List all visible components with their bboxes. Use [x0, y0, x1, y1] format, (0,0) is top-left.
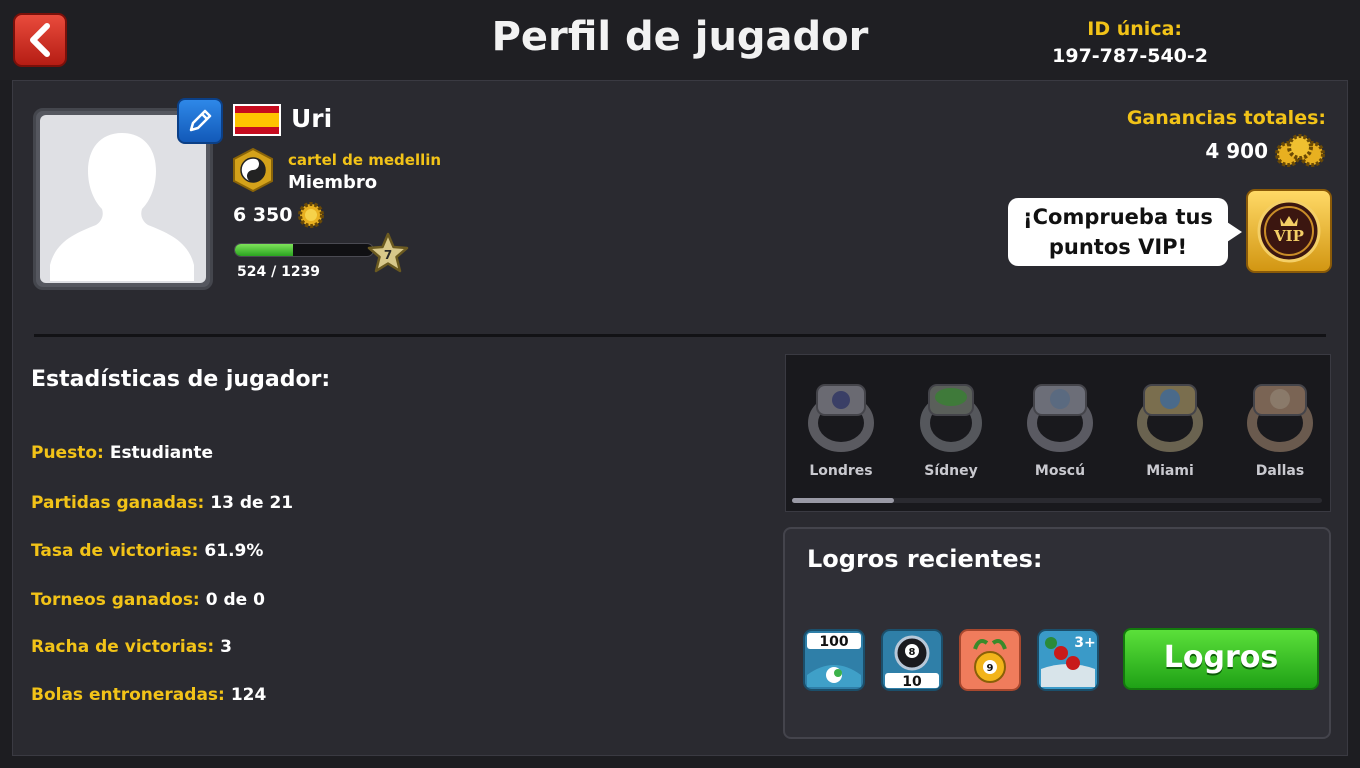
total-earnings: 4 900 — [1205, 134, 1326, 168]
vip-points-bubble[interactable]: ¡Comprueba tus puntos VIP! — [1008, 198, 1242, 266]
edit-profile-button[interactable] — [177, 98, 223, 144]
stat-win-streak: Racha de victorias: 3 — [31, 637, 232, 657]
rings-scrollbar[interactable] — [792, 498, 1322, 503]
top-bar: Perfil de jugador ID única: 197-787-540-… — [0, 0, 1360, 80]
achievement-8-ball-text: 10 — [902, 674, 922, 690]
achievements-button[interactable]: Logros — [1123, 628, 1319, 690]
rings-carousel[interactable]: Londres Sídney Moscú Miami Dallas — [785, 354, 1331, 512]
coin-stack-icon — [1275, 134, 1325, 167]
club-name[interactable]: cartel de medellin — [288, 151, 441, 169]
coin-balance: 6 350 — [233, 201, 325, 229]
ring-label: Dallas — [1255, 463, 1305, 479]
stats-title: Estadísticas de jugador: — [31, 367, 331, 392]
stat-tournaments-won: Torneos ganados: 0 de 0 — [31, 590, 265, 610]
pencil-icon — [189, 109, 212, 132]
section-divider — [34, 334, 1326, 337]
ring-label: Miami — [1146, 463, 1194, 479]
stat-label: Partidas ganadas: — [31, 493, 205, 513]
achievement-100-icon[interactable]: 100 — [803, 629, 865, 691]
level-number: 7 — [384, 248, 392, 262]
recent-achievements-panel: Logros recientes: 100 8 10 9 3+ Logros — [783, 527, 1331, 739]
ring-london[interactable]: Londres — [795, 373, 887, 479]
achievement-3-plus-text: 3+ — [1074, 635, 1095, 651]
stat-label: Puesto: — [31, 443, 104, 463]
stat-value: Estudiante — [109, 443, 214, 463]
stat-label: Torneos ganados: — [31, 590, 200, 610]
unique-id-label: ID única: — [1087, 18, 1182, 40]
stat-label: Racha de victorias: — [31, 637, 215, 657]
vip-bubble-line1: ¡Comprueba tus — [1023, 205, 1213, 229]
xp-progress-fill — [235, 244, 293, 256]
ring-moscow[interactable]: Moscú — [1014, 373, 1106, 479]
stat-rank: Puesto: Estudiante — [31, 443, 213, 463]
dallas-ring-icon — [1247, 384, 1313, 452]
spain-flag-icon — [233, 104, 281, 136]
ring-label: Londres — [809, 463, 873, 479]
vip-button[interactable]: VIP — [1246, 189, 1332, 273]
stat-balls-potted: Bolas entroneradas: 124 — [31, 685, 266, 705]
vip-badge-text: VIP — [1273, 227, 1304, 245]
player-name: Uri — [291, 104, 333, 133]
stat-label: Bolas entroneradas: — [31, 685, 225, 705]
xp-progress-bar — [234, 243, 374, 257]
stat-games-won: Partidas ganadas: 13 de 21 — [31, 493, 293, 513]
coin-balance-value: 6 350 — [233, 204, 293, 226]
xp-text: 524 / 1239 — [237, 264, 321, 280]
stat-value: 124 — [230, 685, 267, 705]
stat-value: 61.9% — [204, 541, 264, 561]
svg-text:8: 8 — [909, 647, 916, 658]
achievement-9-ball-icon[interactable]: 9 — [959, 629, 1021, 691]
vip-bubble-line2: puntos VIP! — [1048, 235, 1188, 259]
level-star-icon: 7 — [367, 232, 409, 273]
total-earnings-label: Ganancias totales: — [1126, 107, 1326, 129]
miami-ring-icon — [1137, 384, 1203, 452]
achievement-9-ball-text: 9 — [987, 663, 994, 674]
moscow-ring-icon — [1027, 384, 1093, 452]
vip-crown-icon: VIP — [1257, 199, 1321, 263]
stat-value: 3 — [220, 637, 232, 657]
london-ring-icon — [808, 384, 874, 452]
unique-id-value: 197-787-540-2 — [1052, 45, 1208, 67]
ring-dallas[interactable]: Dallas — [1234, 373, 1326, 479]
sydney-ring-icon — [920, 384, 982, 452]
total-earnings-value: 4 900 — [1205, 139, 1268, 163]
achievement-3-plus-icon[interactable]: 3+ — [1037, 629, 1099, 691]
coin-icon — [297, 202, 324, 228]
rings-scrollbar-thumb[interactable] — [792, 498, 894, 503]
achievement-100-text: 100 — [819, 634, 848, 650]
ring-sydney[interactable]: Sídney — [905, 373, 997, 479]
stat-win-rate: Tasa de victorias: 61.9% — [31, 541, 263, 561]
stat-value: 0 de 0 — [205, 590, 265, 610]
ring-label: Moscú — [1034, 463, 1086, 479]
ring-label: Sídney — [924, 463, 978, 479]
ring-miami[interactable]: Miami — [1124, 373, 1216, 479]
stat-label: Tasa de victorias: — [31, 541, 199, 561]
club-role: Miembro — [288, 172, 378, 193]
achievement-8-ball-icon[interactable]: 8 10 — [881, 629, 943, 691]
stat-value: 13 de 21 — [210, 493, 294, 513]
yin-yang-club-icon[interactable] — [232, 148, 274, 192]
recent-achievements-title: Logros recientes: — [807, 545, 1043, 573]
